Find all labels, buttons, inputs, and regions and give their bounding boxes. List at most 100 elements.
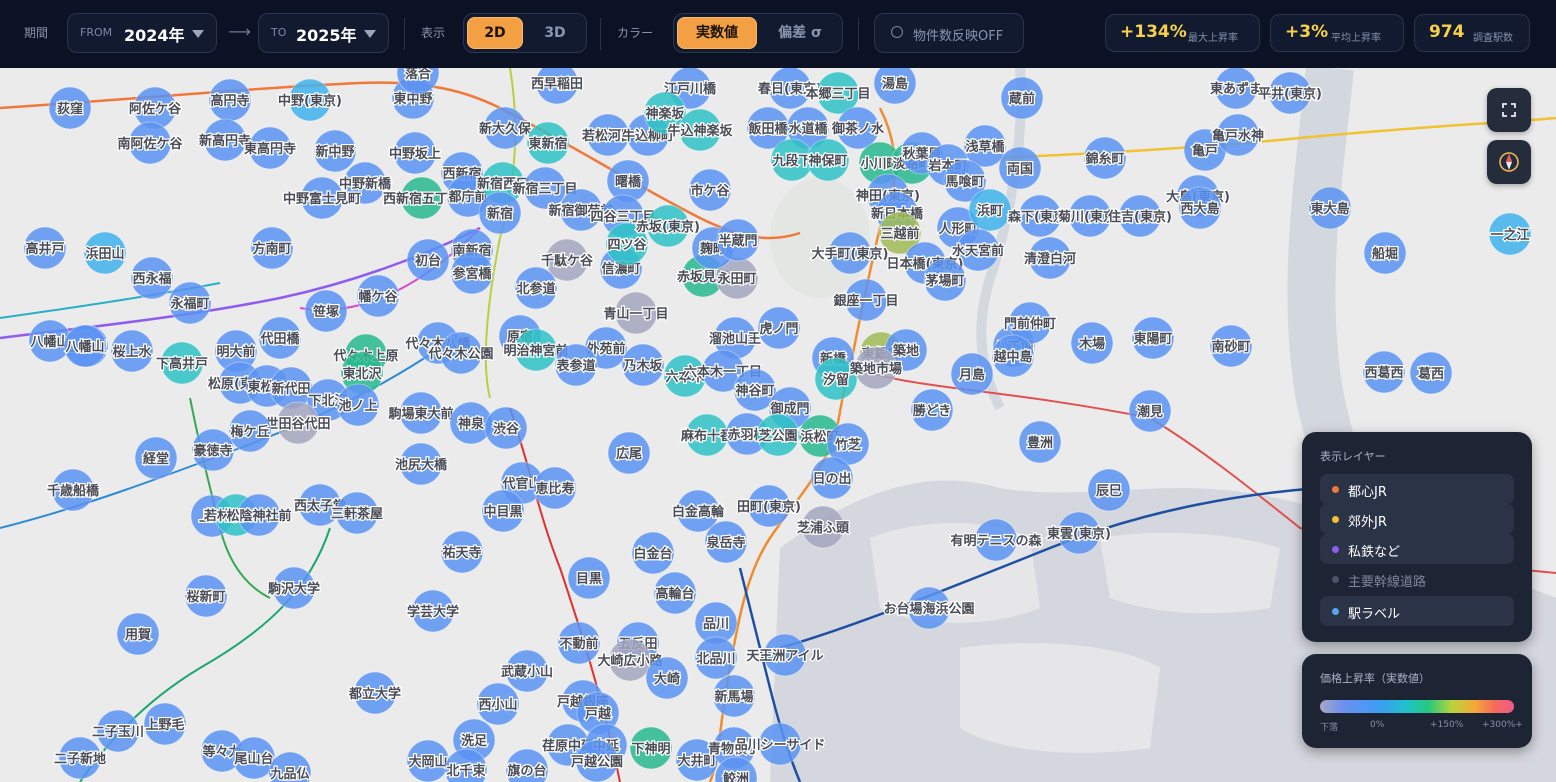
- station-marker[interactable]: 中目黒: [481, 489, 525, 533]
- station-marker[interactable]: 乃木坂: [621, 343, 665, 387]
- layer-toggle-kougai-jr[interactable]: 郊外JR: [1320, 504, 1514, 534]
- station-marker[interactable]: 虎ノ門: [757, 306, 801, 350]
- station-marker[interactable]: 浜田山: [83, 231, 127, 275]
- station-marker[interactable]: 西葛西: [1362, 350, 1406, 394]
- station-marker[interactable]: 白金台: [631, 531, 675, 575]
- from-year-select[interactable]: FROM 2024年: [67, 13, 217, 53]
- legend-gradient-bar: [1320, 700, 1514, 713]
- station-marker[interactable]: 参宮橋: [450, 251, 494, 295]
- station-marker[interactable]: 豊洲: [1018, 420, 1062, 464]
- station-marker[interactable]: 祐天寺: [440, 530, 484, 574]
- station-marker[interactable]: 神保町: [806, 138, 850, 182]
- color-actual-button[interactable]: 実数値: [677, 17, 757, 49]
- station-marker[interactable]: 新中野: [313, 129, 357, 173]
- station-label: 東陽町: [1133, 331, 1172, 347]
- station-marker[interactable]: 渋谷: [484, 406, 528, 450]
- station-marker[interactable]: 湯島: [873, 68, 917, 105]
- station-label: 御茶ノ水: [831, 121, 885, 137]
- station-marker[interactable]: 南砂町: [1209, 324, 1253, 368]
- station-marker[interactable]: 用賀: [116, 612, 160, 656]
- station-marker[interactable]: 大岡山: [406, 739, 450, 782]
- station-label: 二子玉川: [92, 725, 144, 740]
- station-marker[interactable]: 新馬場: [712, 674, 756, 718]
- stat-average-rise: +3% 平均上昇率: [1270, 14, 1404, 52]
- station-marker[interactable]: 西小山: [476, 682, 520, 726]
- station-marker[interactable]: 恵比寿: [533, 466, 577, 510]
- station-marker[interactable]: 上野毛: [143, 702, 187, 746]
- station-marker[interactable]: 月島: [950, 352, 994, 396]
- station-marker[interactable]: 木場: [1070, 321, 1114, 365]
- station-marker[interactable]: 高井戸: [23, 226, 67, 270]
- station-marker[interactable]: 葛西: [1409, 351, 1453, 395]
- station-marker[interactable]: 潮見: [1128, 389, 1172, 433]
- station-label: 半蔵門: [718, 233, 757, 249]
- station-marker[interactable]: 西大島: [1178, 186, 1222, 230]
- station-marker[interactable]: 高円寺: [208, 78, 252, 122]
- station-marker[interactable]: 表参道: [554, 343, 598, 387]
- station-marker[interactable]: 桜上水: [110, 329, 154, 373]
- station-label: 祐天寺: [442, 545, 481, 561]
- layer-color-dot: [1332, 516, 1339, 523]
- station-marker[interactable]: 梅ケ丘: [228, 409, 272, 453]
- station-marker[interactable]: 初台: [406, 238, 450, 282]
- layer-toggle-toshin-jr[interactable]: 都心JR: [1320, 474, 1514, 504]
- station-label: 旗の台: [507, 763, 546, 779]
- station-marker[interactable]: 東大島: [1308, 186, 1352, 230]
- station-marker[interactable]: 勝どき: [910, 388, 954, 432]
- station-marker[interactable]: 日の出: [810, 456, 854, 500]
- station-label: 品川: [703, 617, 729, 632]
- station-marker[interactable]: 東新宿: [526, 121, 570, 165]
- station-label: 落合: [405, 68, 432, 82]
- station-label: 洗足: [461, 733, 488, 749]
- station-marker[interactable]: 豪徳寺: [191, 428, 235, 472]
- station-marker[interactable]: 錦糸町: [1083, 136, 1127, 180]
- station-marker[interactable]: 方南町: [250, 226, 294, 270]
- fullscreen-button[interactable]: [1487, 88, 1531, 132]
- station-marker[interactable]: 経堂: [134, 436, 178, 480]
- layer-toggle-private-rail[interactable]: 私鉄など: [1320, 534, 1514, 564]
- property-count-toggle[interactable]: 物件数反映OFF: [874, 13, 1024, 53]
- radio-icon: [891, 26, 903, 38]
- station-marker[interactable]: 幡ケ谷: [356, 274, 400, 318]
- station-marker[interactable]: 永福町: [168, 281, 212, 325]
- station-marker[interactable]: 辰巳: [1087, 468, 1131, 512]
- station-marker[interactable]: 市ケ谷: [688, 168, 732, 212]
- station-marker[interactable]: 半蔵門: [716, 218, 760, 262]
- station-label: 高井戸: [25, 241, 64, 257]
- station-marker[interactable]: 池ノ上: [336, 383, 380, 427]
- station-marker[interactable]: 八幡山: [63, 324, 107, 368]
- station-marker[interactable]: 北品川: [694, 636, 738, 680]
- station-marker[interactable]: 下神明: [629, 726, 673, 770]
- station-marker[interactable]: 北参道: [514, 266, 558, 310]
- station-marker[interactable]: 茅場町: [923, 258, 967, 302]
- station-marker[interactable]: 越中島: [991, 334, 1035, 378]
- station-marker[interactable]: 広尾: [607, 431, 651, 475]
- station-label: 亀戸水神: [1212, 128, 1264, 144]
- station-marker[interactable]: 荻窪: [48, 86, 92, 130]
- station-marker[interactable]: 芝公園: [756, 413, 800, 457]
- station-marker[interactable]: 船堀: [1363, 231, 1407, 275]
- station-marker[interactable]: 代田橋: [258, 316, 302, 360]
- station-marker[interactable]: 笹塚: [304, 289, 348, 333]
- view-2d-button[interactable]: 2D: [467, 17, 523, 49]
- layer-toggle-main-roads[interactable]: 主要幹線道路: [1320, 564, 1514, 594]
- color-label: カラー: [617, 26, 654, 40]
- station-marker[interactable]: 浜町: [968, 188, 1012, 232]
- color-deviation-button[interactable]: 偏差 σ: [760, 17, 840, 49]
- compass-button[interactable]: [1487, 140, 1531, 184]
- station-marker[interactable]: 蔵前: [1000, 76, 1044, 120]
- station-marker[interactable]: 両国: [998, 146, 1042, 190]
- station-marker[interactable]: 東陽町: [1131, 316, 1175, 360]
- station-marker[interactable]: 一之江: [1488, 212, 1532, 256]
- layer-toggle-station-labels[interactable]: 駅ラベル: [1320, 596, 1514, 626]
- to-year-select[interactable]: TO 2025年: [258, 13, 389, 53]
- station-marker[interactable]: 目黒: [567, 556, 611, 600]
- view-3d-button[interactable]: 3D: [527, 17, 583, 49]
- station-marker[interactable]: 高輪台: [653, 571, 697, 615]
- station-marker[interactable]: 桜新町: [184, 574, 228, 618]
- station-marker[interactable]: 大崎: [645, 656, 689, 700]
- station-marker[interactable]: 新宿: [478, 191, 522, 235]
- station-marker[interactable]: 泉岳寺: [704, 520, 748, 564]
- station-marker[interactable]: 不動前: [557, 621, 601, 665]
- station-marker[interactable]: 西永福: [130, 256, 174, 300]
